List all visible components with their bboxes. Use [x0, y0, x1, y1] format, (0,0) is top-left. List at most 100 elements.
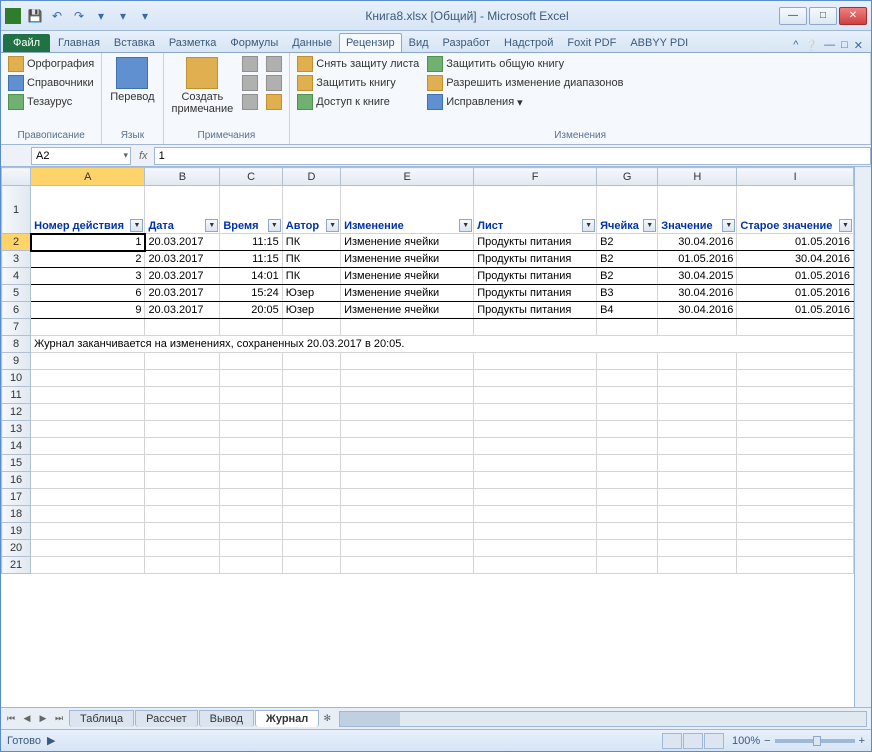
zoom-in-button[interactable]: +	[859, 735, 865, 747]
cell-C2[interactable]: 11:15	[220, 234, 282, 251]
ribbon-tab-вид[interactable]: Вид	[402, 33, 436, 52]
cell-D21[interactable]	[282, 557, 340, 574]
cell-H2[interactable]: 30.04.2016	[658, 234, 737, 251]
cell-D2[interactable]: ПК	[282, 234, 340, 251]
cell-B13[interactable]	[145, 421, 220, 438]
cell-E20[interactable]	[341, 540, 474, 557]
row-header-13[interactable]: 13	[2, 421, 31, 438]
reference-button[interactable]: Справочники	[5, 74, 97, 92]
cell-C3[interactable]: 11:15	[220, 251, 282, 268]
cell-E6[interactable]: Изменение ячейки	[341, 302, 474, 319]
row-header-10[interactable]: 10	[2, 370, 31, 387]
cell-F6[interactable]: Продукты питания	[474, 302, 597, 319]
cell-F13[interactable]	[474, 421, 597, 438]
header-cell-5[interactable]: Лист▼	[474, 186, 597, 234]
ribbon-minimize-icon[interactable]: ^	[793, 39, 798, 52]
filter-dropdown-3[interactable]: ▼	[326, 219, 339, 232]
cell-C4[interactable]: 14:01	[220, 268, 282, 285]
row-header-1[interactable]: 1	[2, 186, 31, 234]
spreadsheet-grid[interactable]: ABCDEFGHI 1Номер действия▼Дата▼Время▼Авт…	[1, 167, 854, 707]
share-book-button[interactable]: Доступ к книге	[294, 93, 422, 111]
cell-A12[interactable]	[31, 404, 145, 421]
page-layout-view-button[interactable]	[683, 733, 703, 749]
row-header-2[interactable]: 2	[2, 234, 31, 251]
cell-D18[interactable]	[282, 506, 340, 523]
cell-E12[interactable]	[341, 404, 474, 421]
ribbon-tab-надстрой[interactable]: Надстрой	[497, 33, 560, 52]
row-header-11[interactable]: 11	[2, 387, 31, 404]
cell-F7[interactable]	[474, 319, 597, 336]
cell-B19[interactable]	[145, 523, 220, 540]
cell-G15[interactable]	[597, 455, 658, 472]
cell-I19[interactable]	[737, 523, 854, 540]
cell-A19[interactable]	[31, 523, 145, 540]
row-header-3[interactable]: 3	[2, 251, 31, 268]
cell-G18[interactable]	[597, 506, 658, 523]
cell-B2[interactable]: 20.03.2017	[145, 234, 220, 251]
col-header-B[interactable]: B	[145, 168, 220, 186]
cell-H16[interactable]	[658, 472, 737, 489]
close-button[interactable]: ✕	[839, 7, 867, 25]
filter-dropdown-6[interactable]: ▼	[643, 219, 656, 232]
cell-A13[interactable]	[31, 421, 145, 438]
cell-D4[interactable]: ПК	[282, 268, 340, 285]
show-ink-button[interactable]	[263, 93, 285, 111]
cell-E15[interactable]	[341, 455, 474, 472]
cell-A5[interactable]: 6	[31, 285, 145, 302]
cell-A3[interactable]: 2	[31, 251, 145, 268]
cell-I9[interactable]	[737, 353, 854, 370]
cell-B21[interactable]	[145, 557, 220, 574]
cell-D15[interactable]	[282, 455, 340, 472]
cell-D7[interactable]	[282, 319, 340, 336]
filter-dropdown-5[interactable]: ▼	[582, 219, 595, 232]
cell-B3[interactable]: 20.03.2017	[145, 251, 220, 268]
cell-G4[interactable]: B2	[597, 268, 658, 285]
cell-G5[interactable]: B3	[597, 285, 658, 302]
prev-sheet-button[interactable]: ◀	[19, 711, 35, 727]
cell-D9[interactable]	[282, 353, 340, 370]
ribbon-tab-foxit pdf[interactable]: Foxit PDF	[560, 33, 623, 52]
cell-I12[interactable]	[737, 404, 854, 421]
cell-H9[interactable]	[658, 353, 737, 370]
row-header-5[interactable]: 5	[2, 285, 31, 302]
save-button[interactable]: 💾	[25, 6, 45, 26]
col-header-I[interactable]: I	[737, 168, 854, 186]
cell-G20[interactable]	[597, 540, 658, 557]
mdi-restore-button[interactable]: □	[841, 39, 848, 52]
cell-H15[interactable]	[658, 455, 737, 472]
cell-C11[interactable]	[220, 387, 282, 404]
filter-dropdown-4[interactable]: ▼	[459, 219, 472, 232]
row-header-7[interactable]: 7	[2, 319, 31, 336]
cell-C6[interactable]: 20:05	[220, 302, 282, 319]
help-icon[interactable]: ❔	[804, 39, 818, 52]
cell-A20[interactable]	[31, 540, 145, 557]
header-cell-2[interactable]: Время▼	[220, 186, 282, 234]
cell-G12[interactable]	[597, 404, 658, 421]
thesaurus-button[interactable]: Тезаурус	[5, 93, 97, 111]
cell-C10[interactable]	[220, 370, 282, 387]
cell-C21[interactable]	[220, 557, 282, 574]
allow-ranges-button[interactable]: Разрешить изменение диапазонов	[424, 74, 626, 92]
row-header-18[interactable]: 18	[2, 506, 31, 523]
cell-D11[interactable]	[282, 387, 340, 404]
cell-A6[interactable]: 9	[31, 302, 145, 319]
cell-F11[interactable]	[474, 387, 597, 404]
cell-D6[interactable]: Юзер	[282, 302, 340, 319]
cell-F20[interactable]	[474, 540, 597, 557]
first-sheet-button[interactable]: ⏮	[3, 711, 19, 727]
cell-A16[interactable]	[31, 472, 145, 489]
undo-button[interactable]: ↶	[47, 6, 67, 26]
cell-B12[interactable]	[145, 404, 220, 421]
cell-F18[interactable]	[474, 506, 597, 523]
col-header-G[interactable]: G	[597, 168, 658, 186]
cell-A10[interactable]	[31, 370, 145, 387]
cell-H17[interactable]	[658, 489, 737, 506]
row-header-4[interactable]: 4	[2, 268, 31, 285]
cell-H7[interactable]	[658, 319, 737, 336]
cell-I18[interactable]	[737, 506, 854, 523]
cell-C15[interactable]	[220, 455, 282, 472]
cell-B20[interactable]	[145, 540, 220, 557]
col-header-A[interactable]: A	[31, 168, 145, 186]
cell-D14[interactable]	[282, 438, 340, 455]
cell-E5[interactable]: Изменение ячейки	[341, 285, 474, 302]
